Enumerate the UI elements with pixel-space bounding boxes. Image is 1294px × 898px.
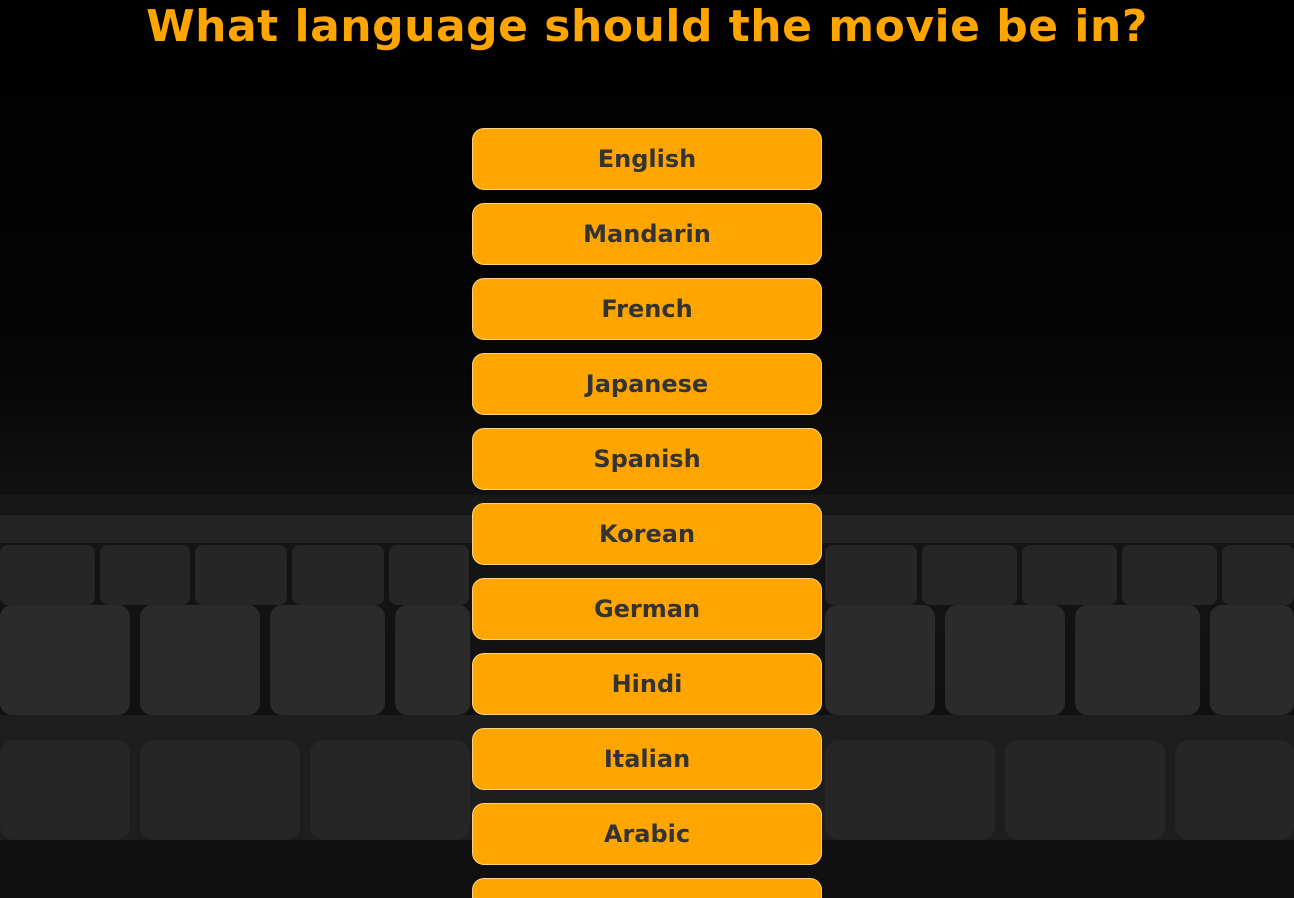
option-korean[interactable]: Korean xyxy=(472,503,822,565)
page-title: What language should the movie be in? xyxy=(146,1,1148,52)
option-hindi[interactable]: Hindi xyxy=(472,653,822,715)
language-options: English Mandarin French Japanese Spanish… xyxy=(472,128,822,898)
option-mandarin[interactable]: Mandarin xyxy=(472,203,822,265)
option-french[interactable]: French xyxy=(472,278,822,340)
option-italian[interactable]: Italian xyxy=(472,728,822,790)
option-japanese[interactable]: Japanese xyxy=(472,353,822,415)
option-arabic[interactable]: Arabic xyxy=(472,803,822,865)
option-partial-next[interactable] xyxy=(472,878,822,898)
option-english[interactable]: English xyxy=(472,128,822,190)
option-german[interactable]: German xyxy=(472,578,822,640)
quiz-page: What language should the movie be in? En… xyxy=(0,0,1294,898)
option-spanish[interactable]: Spanish xyxy=(472,428,822,490)
